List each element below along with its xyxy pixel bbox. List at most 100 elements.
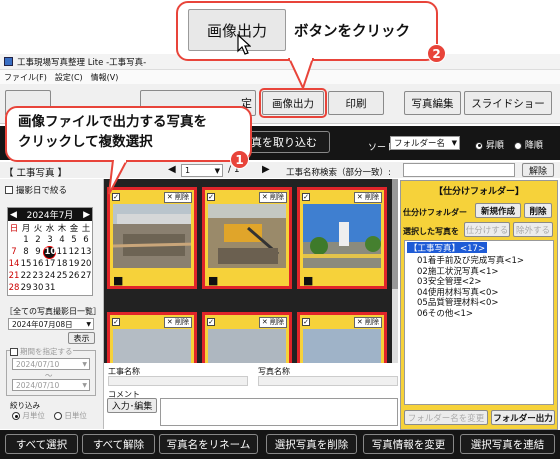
calendar-day[interactable]: 6 (80, 234, 92, 246)
calendar-day[interactable]: 11 (56, 246, 68, 258)
sort-in-button[interactable]: 仕分けする (464, 222, 510, 237)
show-button[interactable]: 表示 (68, 332, 95, 344)
tree-folder-item[interactable]: 02施工状況写真<1> (407, 265, 551, 277)
app-icon (4, 57, 13, 66)
delete-folder-button[interactable]: 削除 (524, 203, 552, 218)
calendar-day[interactable]: 16 (32, 258, 44, 270)
calendar-day[interactable]: 17 (44, 258, 56, 270)
delete-button[interactable]: ✕ 削除 (353, 316, 382, 328)
calendar-day[interactable]: 20 (80, 258, 92, 270)
delete-button[interactable]: ✕ 削除 (258, 316, 287, 328)
project-name-field (108, 376, 248, 386)
sort-select[interactable]: フォルダー名 ▼ (390, 136, 460, 150)
photo-card[interactable]: ✓ ✕ 削除 (107, 312, 197, 363)
photo-edit-button[interactable]: 写真編集 (404, 91, 461, 115)
tree-folder-item[interactable]: 06その他<1> (407, 307, 551, 319)
select-checkbox[interactable]: ✓ (302, 318, 310, 326)
photo-card[interactable]: ✓ ✕ 削除 ■ (297, 187, 387, 289)
tree-folder-item[interactable]: 01着手前及び完成写真<1> (407, 254, 551, 266)
calendar-day[interactable]: 25 (56, 270, 68, 282)
calendar-day[interactable]: 2 (32, 234, 44, 246)
calendar-day[interactable]: 29 (20, 282, 32, 294)
calendar-day[interactable]: 23 (32, 270, 44, 282)
calendar-day[interactable]: 13 (80, 246, 92, 258)
filter-by-date-checkbox[interactable]: 撮影日で絞る (5, 184, 67, 196)
photo-card[interactable]: ✓ ✕ 削除 ■ (107, 187, 197, 289)
calendar-day[interactable]: 31 (44, 282, 56, 294)
calendar-day[interactable]: 26 (68, 270, 80, 282)
delete-button[interactable]: ✕ 削除 (163, 316, 192, 328)
sort-asc-radio[interactable]: 昇順 (475, 138, 504, 151)
calendar-day[interactable]: 5 (68, 234, 80, 246)
calendar-day[interactable]: 8 (20, 246, 32, 258)
menu-settings[interactable]: 設定(C) (55, 72, 83, 83)
change-info-button[interactable]: 写真情報を変更 (363, 434, 454, 454)
deselect-all-button[interactable]: すべて解除 (82, 434, 155, 454)
select-checkbox[interactable]: ✓ (207, 318, 215, 326)
section-title: 【 工事写真 】 (4, 168, 68, 179)
photo-card[interactable]: ✓ ✕ 削除 (202, 312, 292, 363)
scrollbar[interactable] (392, 179, 398, 363)
select-checkbox[interactable]: ✓ (112, 318, 120, 326)
calendar-day[interactable]: 24 (44, 270, 56, 282)
calendar-day[interactable]: 1 (20, 234, 32, 246)
delete-button[interactable]: ✕ 削除 (258, 191, 287, 203)
rename-folder-button[interactable]: フォルダー名を変更 (404, 410, 488, 425)
image-output-button[interactable]: 画像出力 (259, 88, 327, 118)
calendar-day[interactable]: 3 (44, 234, 56, 246)
prev-month-icon[interactable]: ◀ (10, 210, 17, 220)
date-to-select[interactable]: 2024/07/10 ▼ (12, 379, 90, 391)
select-all-button[interactable]: すべて選択 (5, 434, 78, 454)
slideshow-button[interactable]: スライドショー (464, 91, 552, 115)
tree-folder-item[interactable]: 05品質管理材料<0> (407, 296, 551, 308)
tree-folder-item[interactable]: 03安全管理<2> (407, 275, 551, 287)
calendar-day[interactable]: 28 (8, 282, 20, 294)
delete-selected-button[interactable]: 選択写真を削除 (266, 434, 357, 454)
calendar-day-today[interactable]: 10 (44, 246, 56, 258)
select-checkbox[interactable]: ✓ (302, 193, 310, 201)
calendar-day[interactable]: 12 (68, 246, 80, 258)
day-unit-radio[interactable]: 日単位 (54, 410, 87, 421)
next-page-icon[interactable]: ▶ (262, 164, 270, 175)
rename-photos-button[interactable]: 写真名をリネーム (159, 434, 258, 454)
menu-info[interactable]: 情報(V) (91, 72, 119, 83)
photo-name-field (258, 376, 398, 386)
merge-selected-button[interactable]: 選択写真を連結 (460, 434, 555, 454)
new-folder-button[interactable]: 新規作成 (475, 203, 521, 218)
calendar-day[interactable]: 7 (8, 246, 20, 258)
photo-card[interactable]: ✓ ✕ 削除 ■ (202, 187, 292, 289)
print-button[interactable]: 印刷 (328, 91, 384, 115)
search-clear-button[interactable]: 解除 (522, 163, 554, 177)
delete-button[interactable]: ✕ 削除 (163, 191, 192, 203)
photo-card[interactable]: ✓ ✕ 削除 (297, 312, 387, 363)
project-search-input[interactable] (403, 163, 515, 177)
date-from-select[interactable]: 2024/07/10 ▼ (12, 358, 90, 370)
calendar-day[interactable]: 19 (68, 258, 80, 270)
tree-folder-item[interactable]: 04使用材料写真<0> (407, 286, 551, 298)
folder-output-button[interactable]: フォルダー出力 (491, 410, 555, 425)
calendar-day (56, 282, 68, 294)
select-checkbox[interactable]: ✓ (207, 193, 215, 201)
tree-root-item[interactable]: 【工事写真】<17> (407, 242, 488, 254)
calendar-day[interactable]: 18 (56, 258, 68, 270)
sort-desc-radio[interactable]: 降順 (514, 138, 543, 151)
calendar-day[interactable]: 9 (32, 246, 44, 258)
calendar-day[interactable]: 15 (20, 258, 32, 270)
month-unit-radio[interactable]: 月単位 (12, 410, 45, 421)
calendar-day[interactable]: 27 (80, 270, 92, 282)
menu-file[interactable]: ファイル(F) (4, 72, 47, 83)
calendar-day[interactable]: 22 (20, 270, 32, 282)
date-list-select[interactable]: 2024年07月08日 ▼ (8, 318, 94, 330)
calendar-day[interactable]: 14 (8, 258, 20, 270)
remove-button[interactable]: 除外する (513, 222, 553, 237)
prev-page-icon[interactable]: ◀ (168, 164, 176, 175)
calendar-day[interactable]: 21 (8, 270, 20, 282)
next-month-icon[interactable]: ▶ (83, 210, 90, 220)
input-edit-button[interactable]: 入力･編集 (107, 398, 157, 413)
page-select[interactable]: 1 ▼ (181, 164, 223, 177)
calendar-day[interactable]: 4 (56, 234, 68, 246)
calendar-day[interactable]: 30 (32, 282, 44, 294)
period-checkbox[interactable]: 期間を指定する (10, 346, 73, 357)
calendar-day (8, 234, 20, 246)
delete-button[interactable]: ✕ 削除 (353, 191, 382, 203)
